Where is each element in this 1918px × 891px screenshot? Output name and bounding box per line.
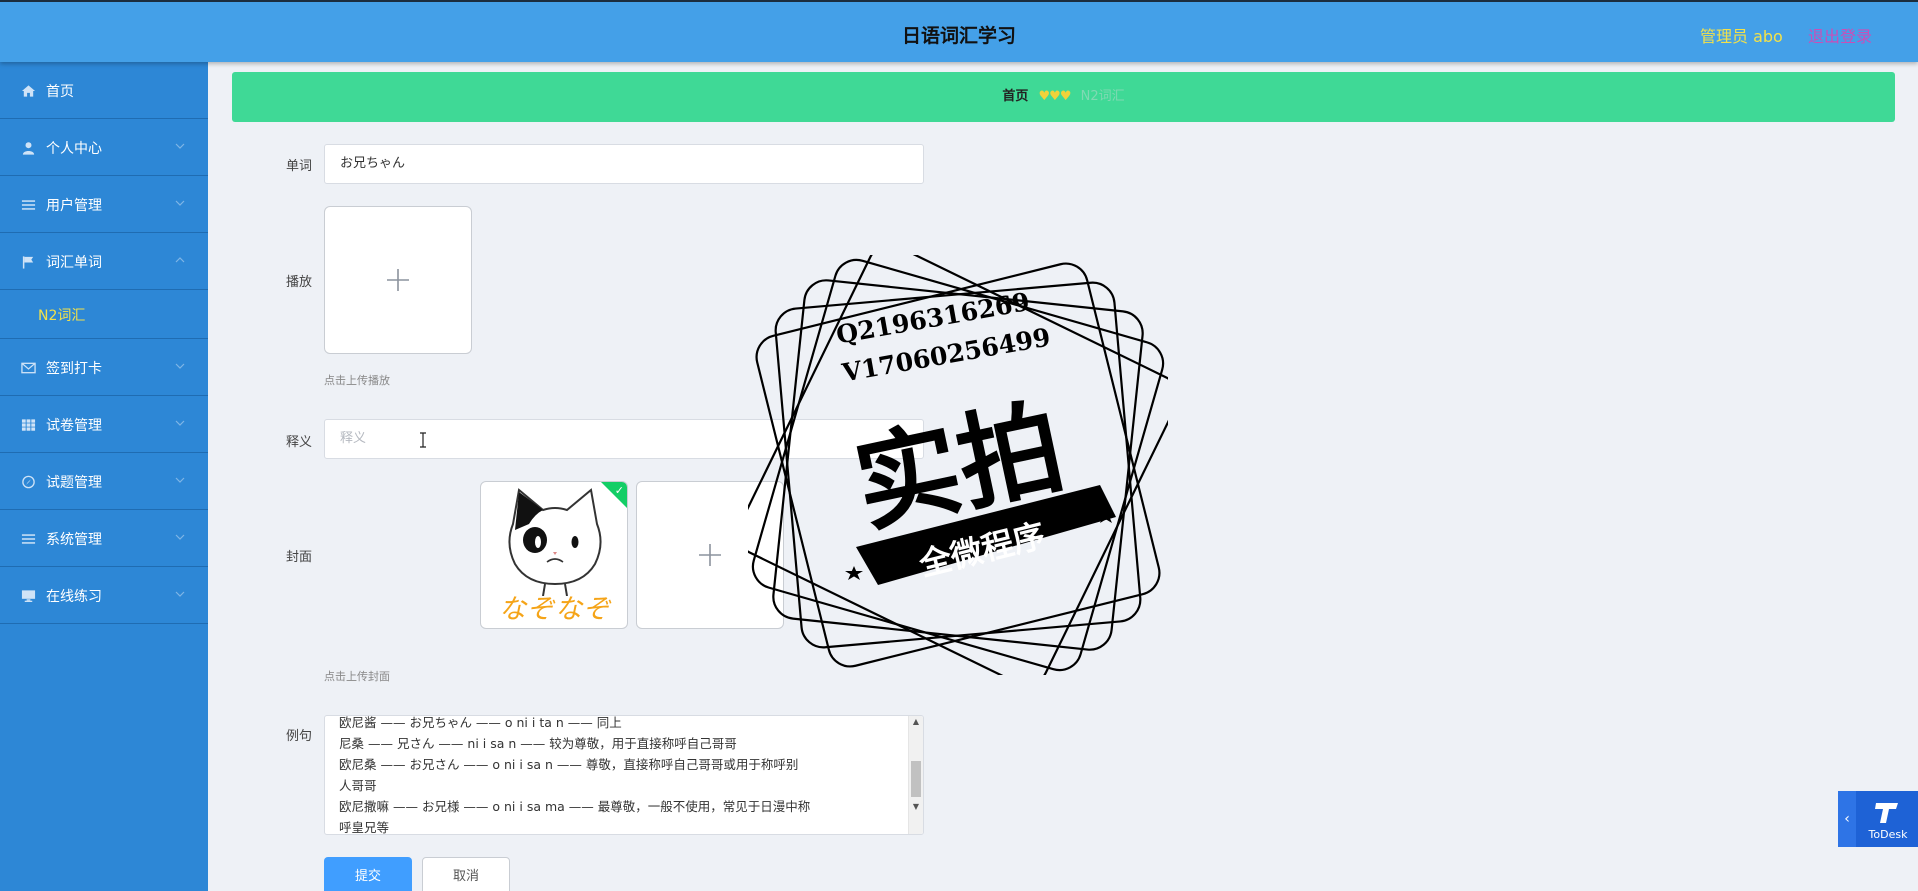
monitor-icon xyxy=(21,590,36,602)
breadcrumb-home[interactable]: 首页 xyxy=(1002,89,1028,104)
textarea-scrollbar[interactable]: ▲ ▼ xyxy=(908,716,923,834)
flag-icon xyxy=(22,256,34,269)
cat-illustration-icon xyxy=(508,488,602,596)
audio-label: 播放 xyxy=(285,275,312,290)
sidebar-item-label: 试卷管理 xyxy=(46,418,102,434)
scroll-up-icon[interactable]: ▲ xyxy=(911,717,921,726)
scroll-down-icon[interactable]: ▼ xyxy=(911,802,921,811)
chevron-up-icon xyxy=(175,257,185,263)
example-line: 人哥哥 xyxy=(339,778,377,793)
sidebar-item-label: 试题管理 xyxy=(46,475,102,491)
sidebar-item-vocabulary[interactable]: 词汇单词 xyxy=(0,233,208,290)
logout-link[interactable]: 退出登录 xyxy=(1808,23,1872,47)
cover-image-thumbnail[interactable]: なぞなぞ ✓ xyxy=(480,481,628,629)
sidebar-item-label: 个人中心 xyxy=(46,141,102,157)
chevron-down-icon xyxy=(175,420,185,426)
mail-icon xyxy=(21,362,36,374)
sidebar-item-home[interactable]: 首页 xyxy=(0,62,208,119)
sidebar-item-users[interactable]: 用户管理 xyxy=(0,176,208,233)
meaning-label: 释义 xyxy=(285,435,312,450)
sidebar-item-checkin[interactable]: 签到打卡 xyxy=(0,339,208,396)
example-line: 呼皇兄等 xyxy=(339,820,390,835)
sidebar-item-label: 系统管理 xyxy=(46,532,102,548)
chevron-left-icon[interactable]: ‹ xyxy=(1838,791,1856,847)
top-header: 日语词汇学习 管理员 abo 退出登录 xyxy=(0,0,1918,62)
cover-upload-hint: 点击上传封面 xyxy=(324,670,390,683)
audio-upload-button[interactable] xyxy=(324,206,472,354)
heart-separator-icon: ♥♥♥ xyxy=(1038,89,1072,104)
example-lines: 欧尼酱 —— お兄ちゃん —— o ni i ta n —— 同上 尼桑 —— … xyxy=(339,715,909,835)
plus-icon xyxy=(387,269,409,291)
example-line: 尼桑 —— 兄さん —— ni i sa n —— 较为尊敬，用于直接称呼自己哥… xyxy=(339,736,737,751)
example-line: 欧尼酱 —— お兄ちゃん —— o ni i ta n —— 同上 xyxy=(339,715,622,730)
grid-icon xyxy=(21,419,36,431)
sidebar-item-label: 首页 xyxy=(46,84,74,100)
word-input[interactable]: お兄ちゃん xyxy=(324,144,924,184)
check-icon: ✓ xyxy=(614,484,624,497)
user-icon xyxy=(22,142,35,155)
sidebar-item-papers[interactable]: 试卷管理 xyxy=(0,396,208,453)
chevron-down-icon xyxy=(175,477,185,483)
sidebar-item-label: 用户管理 xyxy=(46,198,102,214)
chevron-down-icon xyxy=(175,200,185,206)
sidebar-item-profile[interactable]: 个人中心 xyxy=(0,119,208,176)
todesk-widget[interactable]: ‹ ToDesk xyxy=(1838,791,1918,847)
submit-button[interactable]: 提交 xyxy=(324,857,412,891)
text-cursor-icon xyxy=(420,432,426,448)
plus-icon xyxy=(699,544,721,566)
audio-upload-hint: 点击上传播放 xyxy=(324,374,390,387)
chevron-down-icon xyxy=(175,143,185,149)
chevron-down-icon xyxy=(175,534,185,540)
watermark-stamp: Q2196316269 V17060256499 实拍 全微程序 xyxy=(748,255,1168,675)
todesk-label: ToDesk xyxy=(1868,828,1908,841)
cover-caption: なぞなぞ xyxy=(499,594,611,625)
example-textarea[interactable]: 欧尼酱 —— お兄ちゃん —— o ni i ta n —— 同上 尼桑 —— … xyxy=(324,715,924,835)
sidebar-item-label: 签到打卡 xyxy=(46,361,102,377)
sidebar: 首页 个人中心 用户管理 词汇单词 N2词汇 签到打卡 试卷管理 试题管理 系统… xyxy=(0,62,208,891)
example-line: 欧尼桑 —— お兄さん —— o ni i sa n —— 尊敬，直接称呼自己哥… xyxy=(339,757,799,772)
example-label: 例句 xyxy=(285,729,312,744)
example-line: 欧尼撒嘛 —— お兄様 —— o ni i sa ma —— 最尊敬，一般不使用… xyxy=(339,799,811,814)
cover-label: 封面 xyxy=(285,550,312,565)
sidebar-item-questions[interactable]: 试题管理 xyxy=(0,453,208,510)
scrollbar-thumb[interactable] xyxy=(911,761,921,797)
current-user: 管理员 abo xyxy=(1700,27,1783,46)
breadcrumb-current: N2词汇 xyxy=(1080,89,1125,104)
list-icon xyxy=(21,200,36,210)
list-icon xyxy=(21,534,36,544)
todesk-logo-icon xyxy=(1875,803,1898,823)
sidebar-subitem-label: N2词汇 xyxy=(38,308,86,324)
word-label: 单词 xyxy=(285,159,312,174)
chevron-down-icon xyxy=(175,591,185,597)
app-title: 日语词汇学习 xyxy=(901,25,1016,47)
sidebar-subitem-n2[interactable]: N2词汇 xyxy=(0,290,208,339)
home-icon xyxy=(21,85,36,97)
sidebar-item-practice[interactable]: 在线练习 xyxy=(0,567,208,624)
cancel-button[interactable]: 取消 xyxy=(422,857,510,891)
breadcrumb: 首页 ♥♥♥ N2词汇 xyxy=(232,72,1895,122)
compass-icon xyxy=(22,475,35,489)
sidebar-item-label: 在线练习 xyxy=(46,589,102,605)
chevron-down-icon xyxy=(175,363,185,369)
sidebar-item-system[interactable]: 系统管理 xyxy=(0,510,208,567)
sidebar-item-label: 词汇单词 xyxy=(46,255,102,271)
